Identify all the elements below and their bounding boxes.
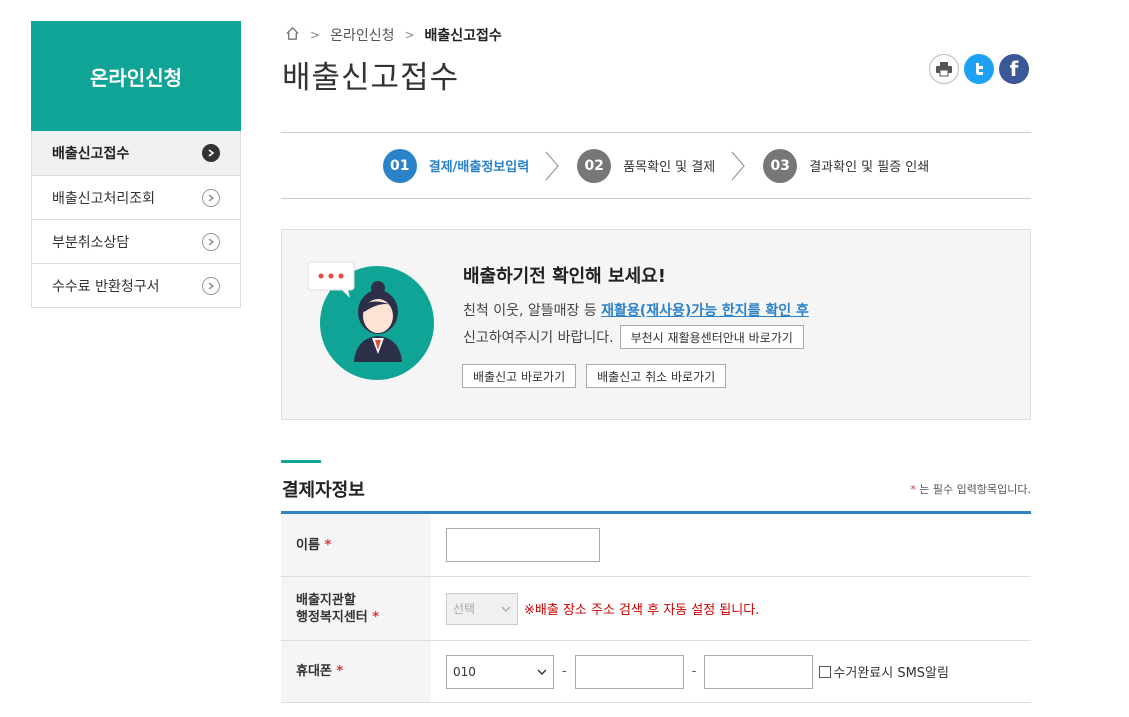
chevron-right-icon [202,188,220,207]
step-indicator: 01 결제/배출정보입력 02 품목확인 및 결제 03 결과확인 및 필증 인… [281,132,1031,199]
recycle-center-button[interactable]: 부천시 재활용센터안내 바로가기 [619,325,804,349]
recycle-check-link[interactable]: 재활용(재사용)가능 한지를 확인 후 [601,303,809,319]
breadcrumb-current: 배출신고접수 [424,28,502,44]
step-label: 품목확인 및 결제 [623,160,716,175]
form-row-name: 이름 * [281,514,1031,577]
breadcrumb: > 온라인신청 > 배출신고접수 [285,25,502,45]
chevron-down-icon [501,606,511,612]
twitter-icon[interactable] [964,54,994,84]
chevron-right-icon [731,151,745,180]
step-number: 03 [763,148,798,183]
step-number: 01 [382,148,417,183]
step-1: 01 결제/배출정보입력 [382,148,530,183]
home-icon[interactable] [285,26,300,45]
chevron-right-icon [202,144,220,162]
notice-text: 친척 이웃, 알뜰매장 등 재활용(재사용)가능 한지를 확인 후 [463,303,809,319]
notice-text-line2: 신고하여주시기 바랍니다. 부천시 재활용센터안내 바로가기 [463,325,804,349]
notice-title: 배출하기전 확인해 보세요! [463,266,666,287]
chevron-right-icon [202,276,220,295]
sidebar-item-label: 배출신고접수 [52,146,130,162]
section-accent-bar [281,460,321,463]
name-input[interactable] [446,528,600,562]
chevron-right-icon [545,151,559,180]
form-row-phone: 휴대폰 * 010 - - 수거완료시 SMS알림 [281,641,1031,703]
step-label: 결제/배출정보입력 [428,160,530,175]
go-cancel-report-button[interactable]: 배출신고 취소 바로가기 [586,364,727,388]
center-label: 배출지관할 행정복지센터 * [281,577,431,640]
sidebar-title: 온라인신청 [31,21,241,131]
chevron-down-icon [537,669,547,675]
sidebar-item-fee-refund[interactable]: 수수료 반환청구서 [32,263,240,307]
breadcrumb-separator-icon: > [310,28,321,42]
notice-box: 배출하기전 확인해 보세요! 친척 이웃, 알뜰매장 등 재활용(재사용)가능 … [281,229,1031,420]
sidebar-item-partial-cancel[interactable]: 부분취소상담 [32,219,240,263]
center-select[interactable]: 선택 [446,592,518,625]
sidebar-menu: 배출신고접수 배출신고처리조회 부분취소상담 수수료 반환청구서 [31,131,241,308]
phone-label: 휴대폰 * [281,641,431,702]
step-3: 03 결과확인 및 필증 인쇄 [763,148,930,183]
sidebar-item-label: 부분취소상담 [52,234,130,251]
sms-notify-checkbox[interactable]: 수거완료시 SMS알림 [819,662,949,681]
phone-last-input[interactable] [704,654,814,689]
print-icon[interactable] [929,54,959,84]
sidebar-item-label: 배출신고처리조회 [52,190,156,207]
required-note: * 는 필수 입력항목입니다. [910,483,1031,496]
breadcrumb-level1[interactable]: 온라인신청 [330,25,394,45]
chevron-right-icon [202,232,220,251]
phone-prefix-select[interactable]: 010 [446,654,554,689]
notice-buttons: 배출신고 바로가기 배출신고 취소 바로가기 [462,364,727,388]
sidebar-item-report-submit[interactable]: 배출신고접수 [32,131,240,175]
payer-info-form: 이름 * 배출지관할 행정복지센터 * 선택 ※배출 장소 주소 검색 후 자동… [281,511,1031,703]
sidebar-item-report-status[interactable]: 배출신고처리조회 [32,175,240,219]
step-number: 02 [577,148,612,183]
center-hint: ※배출 장소 주소 검색 후 자동 설정 됩니다. [524,603,760,618]
facebook-icon[interactable]: f [999,54,1029,84]
checkbox-icon[interactable] [819,665,832,678]
page-title: 배출신고접수 [282,60,460,96]
form-row-center: 배출지관할 행정복지센터 * 선택 ※배출 장소 주소 검색 후 자동 설정 됩… [281,577,1031,641]
step-2: 02 품목확인 및 결제 [577,148,716,183]
step-label: 결과확인 및 필증 인쇄 [809,160,930,175]
name-label: 이름 * [281,514,431,576]
go-report-button[interactable]: 배출신고 바로가기 [462,364,577,388]
share-icons: f [929,54,1029,84]
phone-middle-input[interactable] [574,654,684,689]
sidebar-item-label: 수수료 반환청구서 [52,278,160,295]
breadcrumb-separator-icon: > [404,28,415,42]
agent-illustration-icon [307,261,434,380]
section-title: 결제자정보 [282,480,365,501]
sidebar: 온라인신청 배출신고접수 배출신고처리조회 부분취소상담 수수료 반환청구서 [31,21,241,308]
